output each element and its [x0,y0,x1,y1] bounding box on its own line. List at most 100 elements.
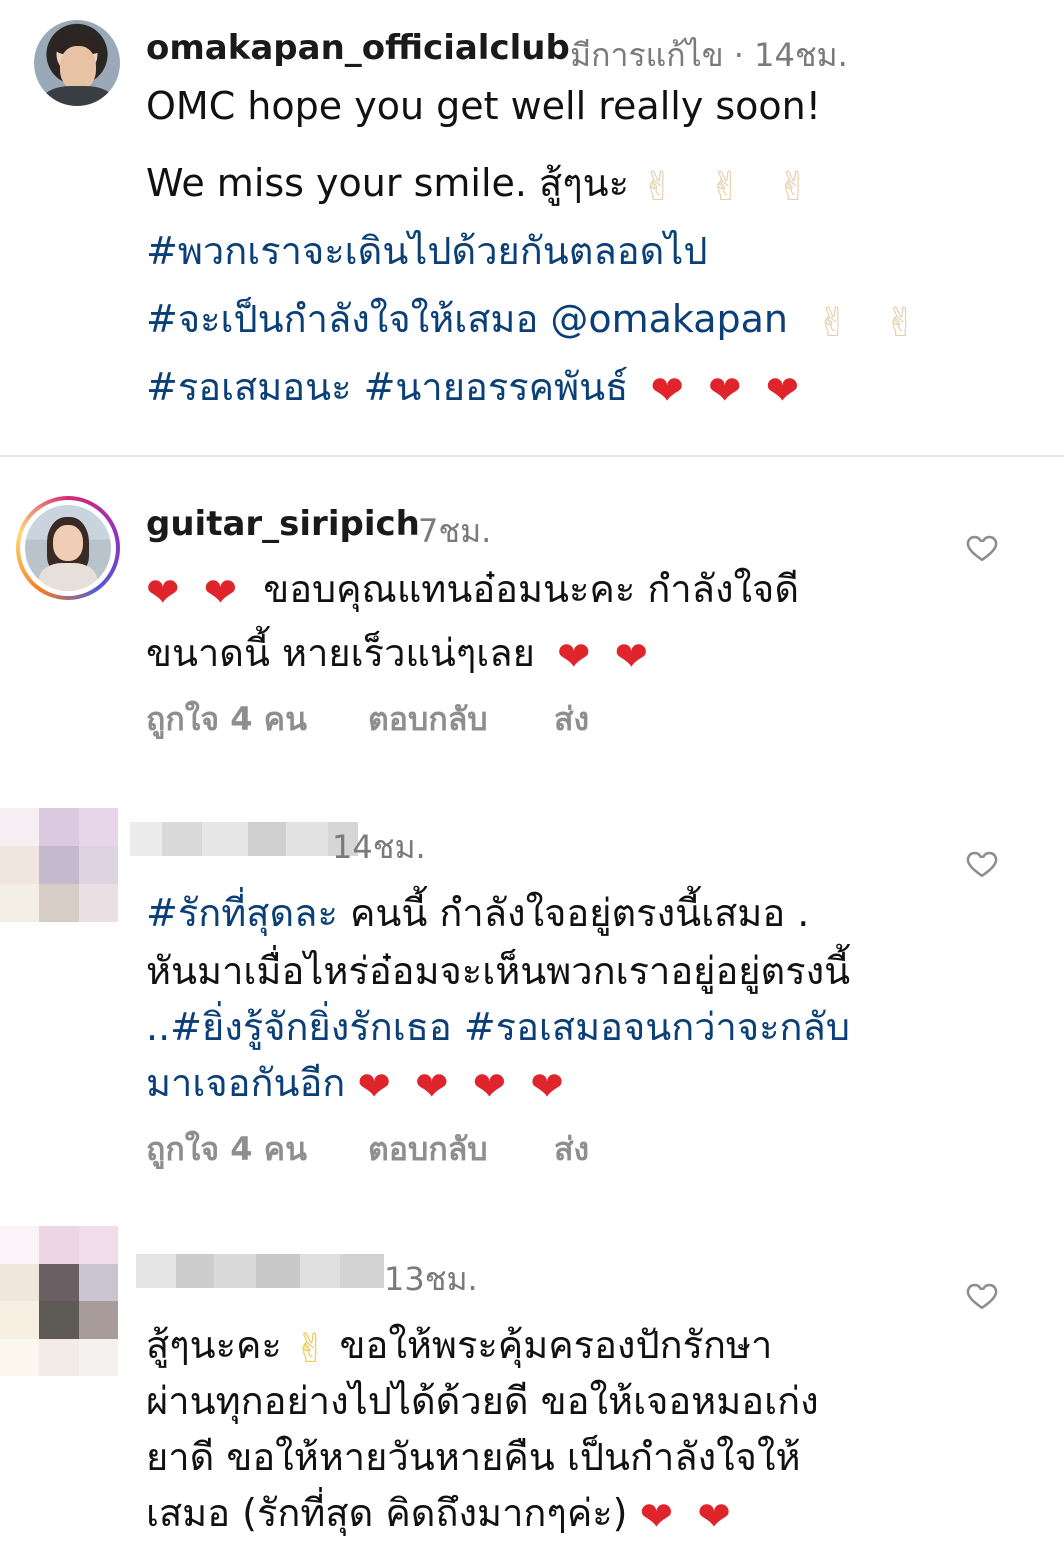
avatar-body [44,86,112,106]
pixel-block [0,884,40,922]
avatar-omakapan[interactable] [34,20,120,106]
like-heart-icon[interactable] [964,1278,1000,1312]
pixel-block [0,846,40,884]
reply-button[interactable]: ตอบกลับ [368,1124,488,1175]
peace-emoji: ✌ [293,1326,328,1372]
pixel-block [78,846,118,884]
blur-block [214,1254,256,1288]
pixel-block [0,1301,40,1339]
caption-divider [0,455,1064,457]
comment-line-text: We miss your smile. สู้ๆนะ [146,161,630,205]
pixel-block [0,1338,40,1376]
heart-emoji: ❤ [556,634,591,680]
comment-line: หันมาเมื่อไหร่อ๋อมจะเห็นพวกเราอยู่อยู่ตร… [146,949,851,993]
heart-emoji: ❤ [614,634,649,680]
comment-line: ยาดี ขอให้หายวันหายคืน เป็นกำลังใจให้ [146,1435,801,1479]
comment-time: 14ชม. [332,828,426,866]
peace-emoji: ✌ [816,300,850,346]
blur-block [202,822,248,856]
comment-line-text: คนนี้ กำลังใจอยู่ตรงนี้เสมอ . [337,891,810,935]
comment-meta: มีการแก้ไข · 14ชม. [570,30,848,81]
pixel-block [39,1338,79,1376]
pixel-block [78,1301,118,1339]
comment-line-with-emoji: ขนาดนี้ หายเร็วแน่ๆเลย ❤ ❤ [146,622,648,683]
pixel-block [78,1226,118,1264]
hashtag-mention-text[interactable]: #จะเป็นกำลังใจให้เสมอ @omakapan [146,297,788,341]
heart-emoji: ❤ [650,368,684,414]
heart-emoji: ❤ [765,368,800,414]
pixel-block [39,1263,79,1301]
comment-line-with-emoji: สู้ๆนะคะ ✌ ขอให้พระคุ้มครองปักรักษา [146,1314,772,1375]
hashtag-mention-line[interactable]: #จะเป็นกำลังใจให้เสมอ @omakapan ✌ ✌ [146,288,917,349]
likes-count[interactable]: ถูกใจ 4 คน [146,1124,307,1175]
comment-line-text: เสมอ (รักที่สุด คิดถึงมากๆค่ะ) [146,1491,628,1535]
username-blurred[interactable] [130,822,358,856]
peace-emoji: ✌ [776,164,810,210]
pixel-block [39,884,79,922]
avatar-pixelated[interactable] [0,808,118,922]
comment-time: 14ชม. [754,36,848,74]
avatar-pixelated[interactable] [0,1226,118,1376]
send-button[interactable]: ส่ง [554,1124,589,1175]
reply-button[interactable]: ตอบกลับ [368,694,488,745]
pixel-block [39,846,79,884]
avatar-face [60,46,96,90]
comment-time: 13ชม. [384,1260,478,1298]
blur-block [256,1254,300,1288]
blur-block [286,822,328,856]
comment-username[interactable]: omakapan_officialclub [146,28,570,68]
hashtag-line[interactable]: #พวกเราจะเดินไปด้วยกันตลอดไป [146,220,707,281]
comment-time: 7ชม. [418,512,492,550]
hashtag-line[interactable]: มาเจอกันอีก ❤ ❤ ❤ ❤ [146,1052,564,1113]
comment-line-with-emoji: เสมอ (รักที่สุด คิดถึงมากๆค่ะ) ❤ ❤ [146,1482,731,1543]
comment-username[interactable]: guitar_siripich [146,504,420,544]
heart-emoji: ❤ [203,570,238,616]
blur-block [176,1254,214,1288]
blur-block [130,822,162,856]
peace-emoji: ✌ [883,300,918,346]
comment-line: OMC hope you get well really soon! [146,84,822,128]
blur-block [340,1254,384,1288]
pixel-block [78,884,118,922]
hashtag-line[interactable]: ..#ยิ่งรู้จักยิ่งรักเธอ #รอเสมอจนกว่าจะก… [146,996,850,1057]
like-heart-icon[interactable] [964,530,1000,564]
pixel-block [78,1263,118,1301]
peace-emoji: ✌ [641,164,675,210]
pixel-block [78,1338,118,1376]
blur-block [300,1254,340,1288]
pixel-block [39,1226,79,1264]
separator-dot: · [733,36,755,74]
comment-line-text: ขอให้พระคุ้มครองปักรักษา [327,1323,773,1367]
pixel-block [0,1226,40,1264]
heart-emoji: ❤ [414,1064,449,1110]
avatar-guitar-siripich[interactable] [16,496,120,600]
heart-emoji: ❤ [697,1494,731,1540]
like-heart-icon[interactable] [964,846,1000,880]
hashtag-line[interactable]: #รอเสมอนะ #นายอรรคพันธ์ ❤ ❤ ❤ [146,356,799,417]
heart-emoji: ❤ [472,1064,507,1110]
avatar-photo [25,505,111,591]
comment-line: ผ่านทุกอย่างไปได้ด้วยดี ขอให้เจอหมอเก่ง [146,1379,819,1423]
heart-emoji: ❤ [146,570,180,616]
heart-emoji: ❤ [530,1064,564,1110]
heart-emoji: ❤ [708,368,742,414]
comment-line-text: ขอบคุณแทนอ๋อมนะคะ กำลังใจดี [263,567,800,611]
hashtag-text[interactable]: #รอเสมอนะ #นายอรรคพันธ์ [146,365,628,409]
hashtag-text[interactable]: #รักที่สุดละ [146,891,338,935]
pixel-block [39,1301,79,1339]
avatar-face [53,525,83,561]
comment-line-text: ขนาดนี้ หายเร็วแน่ๆเลย [146,631,535,675]
likes-count[interactable]: ถูกใจ 4 คน [146,694,307,745]
blur-block [248,822,286,856]
username-blurred[interactable] [136,1254,384,1288]
pixel-block [0,1263,40,1301]
edited-label: มีการแก้ไข [570,36,724,74]
comment-line-with-emoji: ❤ ❤ ขอบคุณแทนอ๋อมนะคะ กำลังใจดี [146,558,799,619]
comment-line-with-emoji: We miss your smile. สู้ๆนะ ✌ ✌ ✌ [146,152,810,213]
peace-emoji: ✌ [708,164,743,210]
hashtag-text[interactable]: มาเจอกันอีก [146,1061,345,1105]
pixel-block [39,808,79,846]
comment-line-text: สู้ๆนะคะ [146,1323,282,1367]
avatar-body [39,563,97,591]
send-button[interactable]: ส่ง [554,694,589,745]
